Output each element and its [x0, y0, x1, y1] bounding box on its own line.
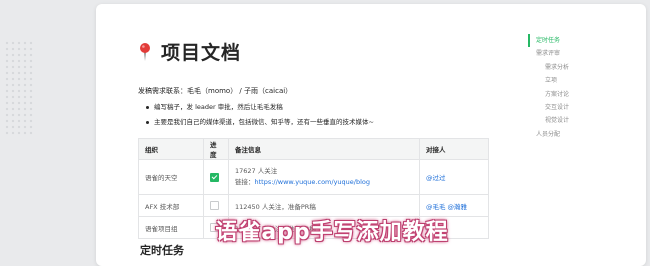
list-item: 主要是我们自己的媒体渠道，包括微信、知乎等，还有一些垂直的技术媒体~ — [146, 117, 374, 132]
toc-item-requirement-review[interactable]: 需求评审 — [528, 47, 608, 60]
note-link-prefix: 链接： — [235, 178, 255, 186]
title-row: 项目文档 — [138, 38, 241, 65]
toc-item-requirement-analysis[interactable]: 需求分析 — [528, 61, 608, 74]
toc-item-project-approval[interactable]: 立项 — [528, 74, 608, 87]
toc-item-solution-discussion[interactable]: 方案讨论 — [528, 88, 608, 101]
column-header: 组织 — [138, 138, 204, 160]
column-header: 备注信息 — [228, 138, 420, 160]
bullet-list: 编写稿子，发 leader 审批，然后让毛毛发稿 主要是我们自己的媒体渠道，包括… — [146, 102, 374, 132]
page-title: 项目文档 — [161, 42, 242, 64]
progress-checkbox[interactable] — [210, 201, 219, 210]
map-pin-icon — [140, 42, 150, 61]
note-link[interactable]: https://www.yuque.com/yuque/blog — [255, 178, 371, 186]
column-header: 进度 — [203, 138, 229, 160]
list-item: 编写稿子，发 leader 审批，然后让毛毛发稿 — [146, 102, 374, 117]
contact-line: 发稿需求联系：毛毛（momo） / 子雨（caicai） — [138, 87, 293, 95]
mention-link[interactable]: @毛毛 — [426, 203, 446, 211]
progress-cell — [203, 159, 229, 195]
note-cell: 17627 人关注 链接：https://www.yuque.com/yuque… — [228, 159, 420, 195]
toc-item-interaction-design[interactable]: 交互设计 — [528, 101, 608, 114]
column-header: 对接人 — [419, 138, 489, 160]
table-of-contents: 定时任务 需求评审 需求分析 立项 方案讨论 交互设计 视觉设计 人员分配 — [528, 34, 608, 141]
toc-item-scheduled-tasks[interactable]: 定时任务 — [528, 34, 608, 48]
table-header-row: 组织 进度 备注信息 对接人 — [138, 138, 489, 160]
mention-link[interactable]: @瀚雅 — [448, 203, 468, 211]
dot-pattern-decoration — [4, 40, 34, 135]
progress-checkbox[interactable] — [210, 172, 219, 182]
video-caption-overlay: 语雀app手写添加教程 — [215, 220, 449, 245]
table-row: 语雀的天空 17627 人关注 链接：https://www.yuque.com… — [138, 159, 489, 195]
contact-cell: @过过 — [419, 159, 489, 195]
mention-link[interactable]: @过过 — [426, 174, 446, 182]
org-cell: 语雀的天空 — [138, 159, 204, 195]
toc-item-visual-design[interactable]: 视觉设计 — [528, 114, 608, 127]
note-link-line: 链接：https://www.yuque.com/yuque/blog — [235, 177, 413, 188]
note-text: 17627 人关注 — [235, 167, 278, 175]
toc-item-staffing[interactable]: 人员分配 — [528, 128, 608, 141]
